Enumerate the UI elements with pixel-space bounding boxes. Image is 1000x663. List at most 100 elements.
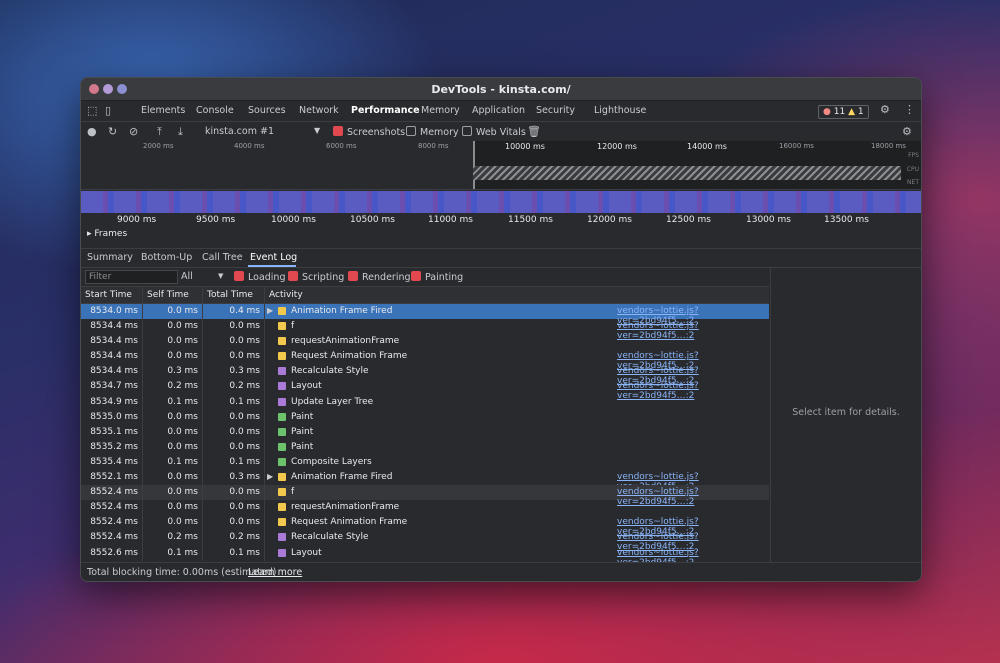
column-divider	[264, 379, 265, 395]
start-time-cell: 8535.4 ms	[90, 456, 138, 467]
profile-select[interactable]: kinsta.com #1	[205, 126, 274, 137]
filter-input[interactable]: Filter	[85, 270, 178, 284]
column-start-time[interactable]: Start Time	[85, 290, 132, 300]
table-row[interactable]: 8552.1 ms 0.0 ms 0.3 ms ▶ Animation Frame Fi…	[81, 470, 769, 492]
tab-security[interactable]: Security	[536, 105, 575, 116]
column-divider	[264, 485, 265, 501]
column-divider	[142, 409, 143, 425]
screenshots-checkbox[interactable]: Screenshots	[333, 126, 405, 138]
total-time-cell: 0.0 ms	[229, 336, 260, 347]
table-row[interactable]: 8552.4 ms 0.2 ms 0.2 ms Recalculate Style ve…	[81, 530, 769, 552]
web-vitals-checkbox[interactable]: Web Vitals	[462, 126, 526, 138]
activity-cell: Layout	[291, 547, 322, 558]
duration-select[interactable]: All	[181, 271, 193, 282]
column-divider	[142, 319, 143, 335]
frames-track[interactable]: ▸ Frames	[87, 229, 127, 239]
loading-label: Loading	[248, 272, 286, 283]
column-divider	[142, 515, 143, 531]
total-time-cell: 0.3 ms	[229, 366, 260, 377]
source-link[interactable]: vendors~lottie.js?ver=2bd94f5…:2	[617, 548, 769, 563]
device-toolbar-icon[interactable]: ▯	[105, 104, 111, 117]
table-row[interactable]: 8534.4 ms 0.0 ms 0.0 ms Request Animation F…	[81, 349, 769, 371]
record-icon[interactable]: ●	[87, 125, 97, 138]
table-row[interactable]: 8534.7 ms 0.2 ms 0.2 ms Layout vendors~lotti…	[81, 379, 769, 401]
column-divider	[264, 424, 265, 440]
total-time-cell: 0.0 ms	[229, 426, 260, 437]
memory-checkbox[interactable]: Memory	[406, 126, 459, 138]
table-row[interactable]: 8552.4 ms 0.0 ms 0.0 ms Request Animation F…	[81, 515, 769, 537]
tab-elements[interactable]: Elements	[141, 105, 185, 116]
more-menu-icon[interactable]: ⋮	[904, 103, 915, 116]
column-divider	[142, 470, 143, 486]
category-swatch-icon	[278, 307, 286, 315]
self-time-cell: 0.0 ms	[167, 441, 198, 452]
capture-settings-gear-icon[interactable]: ⚙	[902, 125, 912, 138]
tab-event-log[interactable]: Event Log	[250, 252, 297, 263]
tab-network[interactable]: Network	[299, 105, 339, 116]
activity-cell: Paint	[291, 411, 314, 422]
ruler-tick: 9000 ms	[117, 215, 157, 225]
column-activity[interactable]: Activity	[269, 290, 303, 300]
rendering-checkbox[interactable]: Rendering	[348, 271, 411, 283]
table-row[interactable]: 8534.4 ms 0.3 ms 0.3 ms Recalculate Style ve…	[81, 364, 769, 386]
self-time-cell: 0.0 ms	[167, 351, 198, 362]
upload-icon[interactable]: ⤒	[157, 125, 162, 139]
table-row[interactable]: 8552.4 ms 0.0 ms 0.0 ms requestAnimationFra…	[81, 500, 769, 516]
column-divider	[202, 515, 203, 531]
column-divider	[264, 364, 265, 380]
painting-checkbox[interactable]: Painting	[411, 271, 463, 283]
checkbox-checked-icon	[234, 271, 244, 281]
table-row[interactable]: 8535.1 ms 0.0 ms 0.0 ms Paint	[81, 424, 769, 440]
panel-tabs: ⬚ ▯ Elements Console Sources Network Per…	[81, 101, 921, 122]
timeline-overview[interactable]: 2000 ms 4000 ms 6000 ms 8000 ms 10000 ms…	[81, 141, 921, 190]
loading-checkbox[interactable]: Loading	[234, 271, 285, 283]
self-time-cell: 0.1 ms	[167, 456, 198, 467]
download-icon[interactable]: ⤓	[178, 125, 183, 139]
chevron-down-icon[interactable]: ▼	[314, 126, 320, 135]
issues-badge[interactable]: ● 11 ▲ 1	[818, 105, 869, 119]
table-row[interactable]: 8552.6 ms 0.1 ms 0.1 ms Layout vendors~lotti…	[81, 545, 769, 563]
table-row[interactable]: 8535.0 ms 0.0 ms 0.0 ms Paint	[81, 409, 769, 425]
screenshot-filmstrip[interactable]	[81, 191, 921, 213]
table-row[interactable]: 8535.4 ms 0.1 ms 0.1 ms Composite Layers	[81, 454, 769, 471]
self-time-cell: 0.0 ms	[167, 502, 198, 513]
table-row[interactable]: 8535.2 ms 0.0 ms 0.0 ms Paint	[81, 439, 769, 455]
tab-lighthouse[interactable]: Lighthouse	[594, 105, 646, 116]
column-self-time[interactable]: Self Time	[147, 290, 189, 300]
net-label: NET	[907, 179, 919, 186]
select-chevron-icon[interactable]: ▼	[218, 272, 223, 280]
column-total-time[interactable]: Total Time	[207, 290, 253, 300]
inspect-icon[interactable]: ⬚	[87, 104, 97, 117]
tab-memory[interactable]: Memory	[421, 105, 460, 116]
clear-icon[interactable]: ⊘	[129, 125, 138, 138]
table-row[interactable]: 8552.4 ms 0.0 ms 0.0 ms f vendors~lottie.js?…	[81, 485, 769, 507]
total-time-cell: 0.0 ms	[229, 411, 260, 422]
column-divider	[264, 319, 265, 335]
tab-console[interactable]: Console	[196, 105, 234, 116]
category-swatch-icon	[278, 352, 286, 361]
overview-label: 8000 ms	[418, 142, 449, 150]
tab-bottom-up[interactable]: Bottom-Up	[141, 252, 192, 263]
reload-record-icon[interactable]: ↻	[108, 125, 117, 138]
tab-call-tree[interactable]: Call Tree	[202, 252, 243, 263]
table-row[interactable]: 8534.9 ms 0.1 ms 0.1 ms Update Layer Tree	[81, 394, 769, 410]
trash-icon[interactable]: 🗑	[527, 125, 541, 138]
table-row[interactable]: 8534.0 ms 0.0 ms 0.4 ms ▶ Animation Frame Fi…	[81, 304, 769, 326]
column-divider	[264, 394, 265, 410]
category-swatch-icon	[278, 442, 286, 451]
table-row[interactable]: 8534.4 ms 0.0 ms 0.0 ms f vendors~lottie.js?…	[81, 319, 769, 341]
table-row[interactable]: 8534.4 ms 0.0 ms 0.0 ms requestAnimationFra…	[81, 334, 769, 350]
activity-cell: Update Layer Tree	[291, 396, 374, 407]
category-swatch-icon	[278, 322, 286, 331]
settings-gear-icon[interactable]: ⚙	[880, 103, 890, 116]
column-divider	[202, 409, 203, 425]
tab-application[interactable]: Application	[472, 105, 525, 116]
tab-sources[interactable]: Sources	[248, 105, 286, 116]
tab-performance[interactable]: Performance	[351, 105, 420, 116]
expand-arrow-icon[interactable]: ▶	[267, 306, 273, 315]
scripting-checkbox[interactable]: Scripting	[288, 271, 344, 283]
self-time-cell: 0.2 ms	[167, 532, 198, 543]
tab-summary[interactable]: Summary	[87, 252, 133, 263]
expand-arrow-icon[interactable]: ▶	[267, 472, 273, 481]
learn-more-link[interactable]: Learn more	[248, 567, 302, 578]
